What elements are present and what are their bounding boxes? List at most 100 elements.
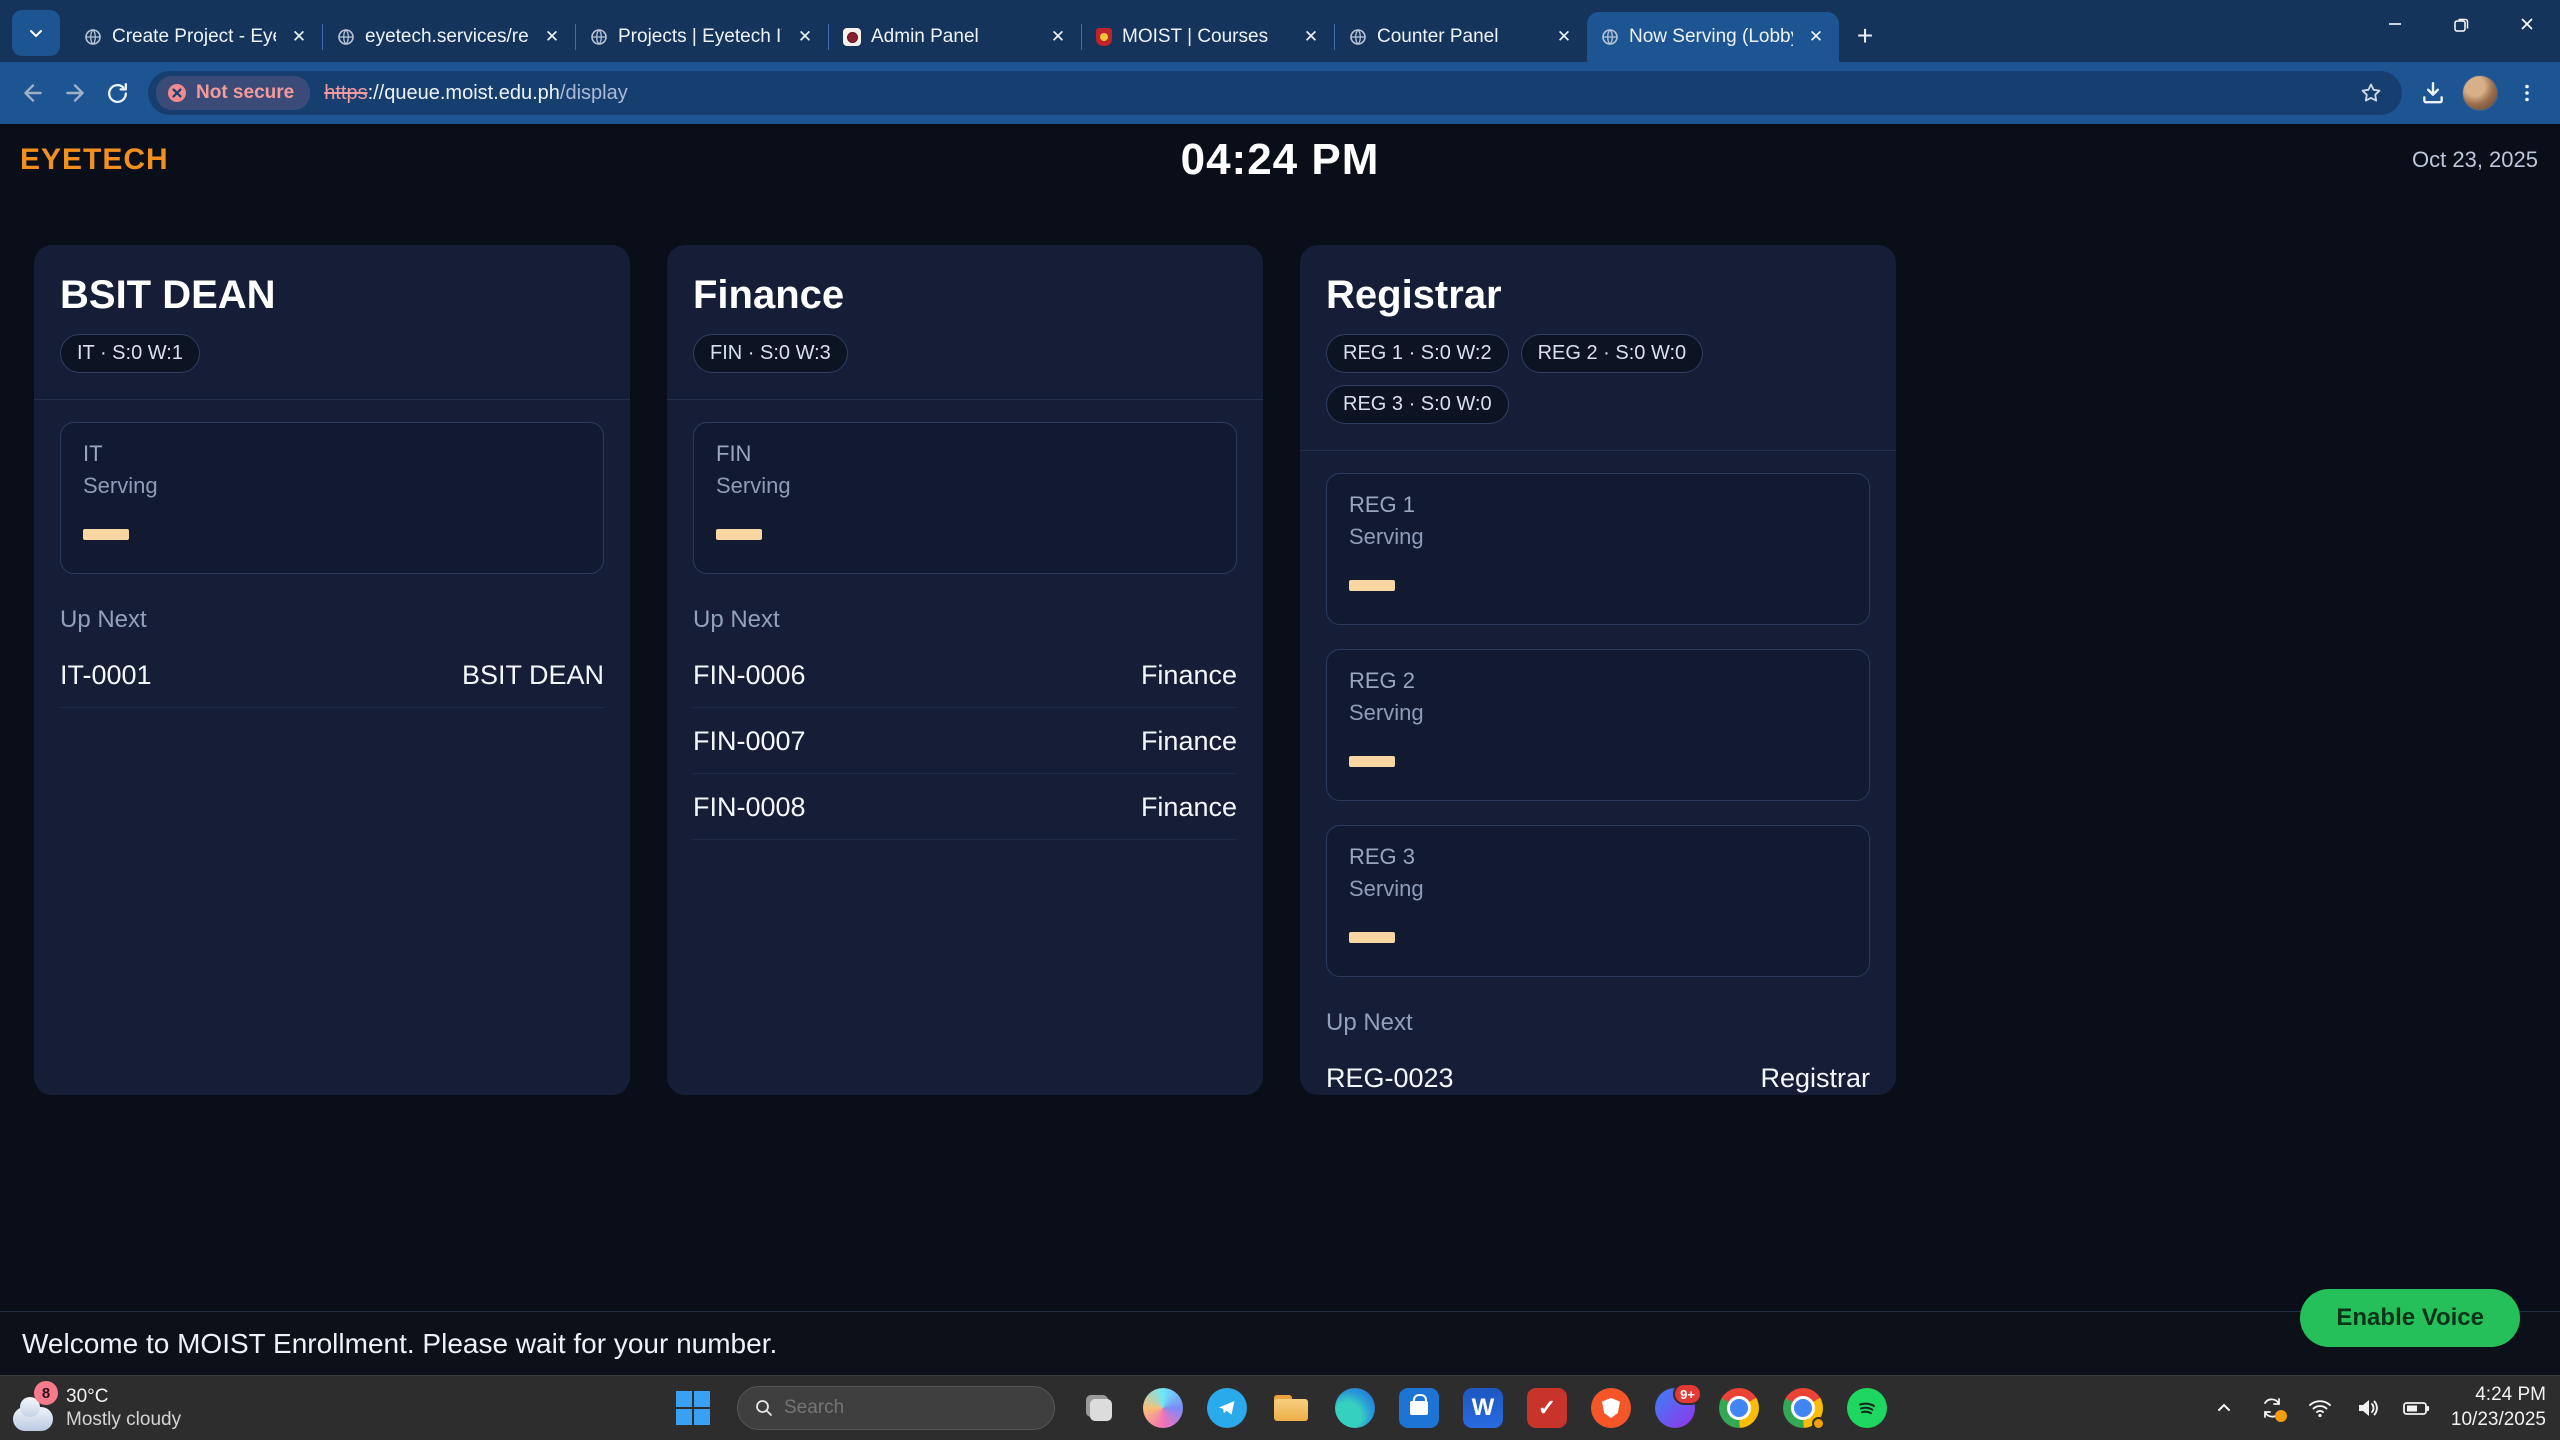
url-scheme: https xyxy=(324,82,367,104)
globe-icon xyxy=(590,28,608,46)
up-next-label: Up Next xyxy=(1326,1009,1870,1037)
queue-department: Finance xyxy=(1141,726,1237,757)
tab-admin-panel[interactable]: Admin Panel ✕ xyxy=(829,12,1081,62)
tab-close-icon[interactable]: ✕ xyxy=(286,24,312,50)
reload-button[interactable] xyxy=(96,72,138,114)
queue-department: BSIT DEAN xyxy=(462,660,604,691)
enable-voice-button[interactable]: Enable Voice xyxy=(2300,1289,2520,1347)
tab-close-icon[interactable]: ✕ xyxy=(1045,24,1071,50)
tab-eyetech-services[interactable]: eyetech.services/relink_st ✕ xyxy=(323,12,575,62)
speaker-icon xyxy=(2355,1395,2381,1421)
download-icon xyxy=(2420,80,2446,106)
department-cards: BSIT DEAN IT · S:0 W:1 IT Serving Up Nex… xyxy=(0,245,2560,1095)
store-icon xyxy=(1399,1388,1439,1428)
window-controls xyxy=(2362,0,2560,48)
queue-number: REG-0023 xyxy=(1326,1063,1454,1094)
bookmark-button[interactable] xyxy=(2350,72,2392,114)
reload-icon xyxy=(105,81,130,106)
store-app-button[interactable] xyxy=(1399,1388,1439,1428)
badge-row: IT · S:0 W:1 xyxy=(60,334,604,373)
restore-button[interactable] xyxy=(2428,0,2494,48)
brand-logo-text: EYETECH xyxy=(20,143,169,177)
serving-panel: FIN Serving xyxy=(693,422,1237,574)
tab-now-serving-active[interactable]: Now Serving (Lobby) ✕ xyxy=(1587,12,1839,62)
update-sync-button[interactable] xyxy=(2255,1391,2289,1425)
tab-label: Create Project - Eyetech A xyxy=(112,26,276,48)
tab-search-button[interactable] xyxy=(12,10,60,56)
forward-button[interactable] xyxy=(54,72,96,114)
taskbar-clock[interactable]: 4:24 PM 10/23/2025 xyxy=(2451,1383,2552,1432)
tab-projects[interactable]: Projects | Eyetech IT Solut ✕ xyxy=(576,12,828,62)
checkmark-app-button[interactable]: ✓ xyxy=(1527,1388,1567,1428)
edge-app-button[interactable] xyxy=(1335,1388,1375,1428)
divider xyxy=(1300,450,1896,451)
taskbar-search[interactable] xyxy=(737,1386,1055,1430)
card-title: BSIT DEAN xyxy=(60,273,604,318)
minimize-button[interactable] xyxy=(2362,0,2428,48)
browser-menu-button[interactable] xyxy=(2506,72,2548,114)
security-chip[interactable]: Not secure xyxy=(156,76,310,110)
tray-time: 4:24 PM xyxy=(2451,1383,2546,1408)
telegram-icon xyxy=(1207,1388,1247,1428)
serving-label: Serving xyxy=(716,473,1214,499)
tab-close-icon[interactable]: ✕ xyxy=(539,24,565,50)
chat-app-button[interactable]: 9+ xyxy=(1655,1388,1695,1428)
weather-condition: Mostly cloudy xyxy=(66,1409,181,1431)
tab-close-icon[interactable]: ✕ xyxy=(1803,24,1829,50)
hidden-icons-button[interactable] xyxy=(2207,1391,2241,1425)
file-explorer-button[interactable] xyxy=(1271,1388,1311,1428)
weather-widget[interactable]: 8 30°C Mostly cloudy xyxy=(10,1385,181,1431)
start-button[interactable] xyxy=(673,1388,713,1428)
tab-label: Admin Panel xyxy=(871,26,1035,48)
card-finance: Finance FIN · S:0 W:3 FIN Serving Up Nex… xyxy=(667,245,1263,1095)
tab-close-icon[interactable]: ✕ xyxy=(792,24,818,50)
tab-close-icon[interactable]: ✕ xyxy=(1551,24,1577,50)
close-window-button[interactable] xyxy=(2494,0,2560,48)
queue-number: FIN-0006 xyxy=(693,660,806,691)
task-view-button[interactable] xyxy=(1079,1388,1119,1428)
search-input[interactable] xyxy=(784,1397,1014,1419)
address-bar[interactable]: Not secure https://queue.moist.edu.ph/di… xyxy=(148,71,2402,115)
back-button[interactable] xyxy=(12,72,54,114)
checkmark-app-icon: ✓ xyxy=(1527,1388,1567,1428)
tab-counter-panel[interactable]: Counter Panel ✕ xyxy=(1335,12,1587,62)
volume-button[interactable] xyxy=(2351,1391,2385,1425)
windows-taskbar: 8 30°C Mostly cloudy xyxy=(0,1375,2560,1440)
word-app-button[interactable]: W xyxy=(1463,1388,1503,1428)
new-tab-button[interactable]: + xyxy=(1845,16,1885,56)
globe-icon xyxy=(337,28,355,46)
weather-temp: 30°C xyxy=(66,1386,181,1408)
tab-moist-courses[interactable]: MOIST | Courses ✕ xyxy=(1082,12,1334,62)
card-title: Registrar xyxy=(1326,273,1870,318)
wifi-button[interactable] xyxy=(2303,1391,2337,1425)
up-next-row: REG-0023 Registrar xyxy=(1326,1063,1870,1095)
copilot-app-button[interactable] xyxy=(1143,1388,1183,1428)
tab-create-project[interactable]: Create Project - Eyetech A ✕ xyxy=(70,12,322,62)
status-dot-badge xyxy=(1812,1417,1825,1430)
update-alert-dot xyxy=(2275,1410,2287,1422)
announcement-ticker: Welcome to MOIST Enrollment. Please wait… xyxy=(0,1311,2560,1375)
serving-number-placeholder xyxy=(83,529,129,540)
tray-date: 10/23/2025 xyxy=(2451,1408,2546,1433)
search-icon xyxy=(754,1398,774,1418)
up-next-row: FIN-0008 Finance xyxy=(693,792,1237,840)
globe-icon xyxy=(84,28,102,46)
chrome-app-button[interactable] xyxy=(1719,1388,1759,1428)
chevron-down-icon xyxy=(28,25,44,41)
profile-avatar[interactable] xyxy=(2462,75,2498,111)
serving-label: Serving xyxy=(1349,524,1847,550)
tab-close-icon[interactable]: ✕ xyxy=(1298,24,1324,50)
telegram-app-button[interactable] xyxy=(1207,1388,1247,1428)
serving-panel: REG 2 Serving xyxy=(1326,649,1870,801)
globe-icon xyxy=(1349,28,1367,46)
up-next-label: Up Next xyxy=(60,606,604,634)
brave-icon xyxy=(1591,1388,1631,1428)
chrome-profile2-app-button[interactable] xyxy=(1783,1388,1823,1428)
badge-row: FIN · S:0 W:3 xyxy=(693,334,1237,373)
battery-button[interactable] xyxy=(2399,1391,2433,1425)
card-registrar: Registrar REG 1 · S:0 W:2 REG 2 · S:0 W:… xyxy=(1300,245,1896,1095)
downloads-button[interactable] xyxy=(2412,72,2454,114)
brave-app-button[interactable] xyxy=(1591,1388,1631,1428)
spotify-app-button[interactable] xyxy=(1847,1388,1887,1428)
tab-label: Now Serving (Lobby) xyxy=(1629,26,1793,48)
